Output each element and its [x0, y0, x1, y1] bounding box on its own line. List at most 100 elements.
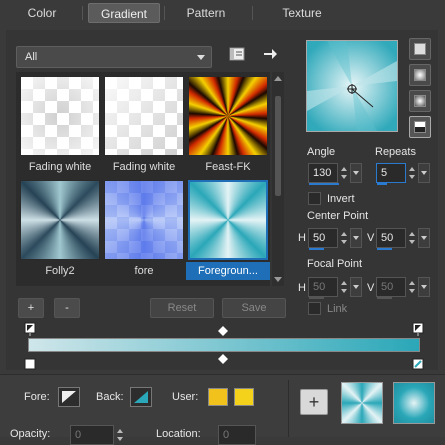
scrollbar-thumb[interactable]: [275, 96, 281, 196]
remove-gradient-button[interactable]: -: [54, 298, 80, 318]
center-v-spin-arrows[interactable]: [407, 228, 418, 248]
divider: [288, 380, 289, 437]
rectangular-style-icon: [414, 69, 426, 81]
repeats-dropdown-button[interactable]: [418, 163, 430, 183]
opacity-label: Opacity:: [10, 428, 51, 440]
add-stop-button[interactable]: +: [300, 389, 328, 415]
gradient-thumb-fading-white[interactable]: [20, 76, 100, 156]
fore-color-swatch[interactable]: [58, 387, 80, 407]
category-dropdown[interactable]: All: [16, 46, 212, 68]
opacity-spin-arrows[interactable]: [115, 425, 126, 445]
center-h-slider[interactable]: [309, 248, 324, 250]
repeats-input[interactable]: 5: [376, 163, 406, 185]
library-scrollbar[interactable]: [272, 72, 284, 286]
gradient-radial-preview[interactable]: [393, 382, 435, 424]
add-gradient-button[interactable]: +: [18, 298, 44, 318]
center-v-dropdown-button[interactable]: [418, 228, 430, 248]
scroll-down-icon[interactable]: [274, 277, 282, 282]
midpoint-top-marker-icon[interactable]: [218, 326, 228, 336]
gradient-thumbnail-preview[interactable]: [341, 382, 383, 424]
tab-gradient[interactable]: Gradient: [88, 3, 160, 23]
invert-label: Invert: [327, 193, 355, 205]
radial-style-icon: [414, 121, 426, 133]
back-label: Back:: [96, 391, 124, 403]
tab-pattern[interactable]: Pattern: [168, 3, 244, 23]
midpoint-bottom-marker-icon[interactable]: [218, 354, 228, 364]
back-color-swatch[interactable]: [130, 387, 152, 407]
gradient-bar[interactable]: [28, 338, 420, 352]
gradient-thumb-fore[interactable]: [104, 180, 184, 260]
arrow-right-icon[interactable]: [262, 46, 278, 62]
thumb-label-selected: Foregroun...: [186, 262, 270, 280]
gradient-preview[interactable]: [306, 40, 398, 132]
save-button[interactable]: Save: [222, 298, 286, 318]
center-v-input[interactable]: 50: [376, 228, 406, 250]
center-v-slider[interactable]: [377, 248, 392, 250]
angle-value: 130: [313, 167, 332, 179]
style-sunburst-button[interactable]: [409, 90, 431, 112]
category-value: All: [25, 51, 38, 63]
location-input[interactable]: 0: [218, 425, 256, 445]
linear-style-icon: [414, 43, 426, 55]
focal-v-dropdown-button[interactable]: [418, 277, 430, 297]
opacity-value: 0: [75, 429, 82, 441]
user-color-swatch-1[interactable]: [208, 388, 228, 406]
repeats-value: 5: [381, 167, 388, 179]
style-radial-button[interactable]: [409, 116, 431, 138]
repeats-spin-arrows[interactable]: [407, 163, 418, 183]
focal-h-slider[interactable]: [309, 297, 324, 299]
center-h-spin-arrows[interactable]: [339, 228, 350, 248]
scroll-up-icon[interactable]: [274, 76, 282, 81]
angle-label: Angle: [307, 146, 336, 158]
thumb-label: Feast-FK: [205, 161, 251, 173]
user-color-swatch-2[interactable]: [234, 388, 254, 406]
focal-h-value: 50: [313, 281, 326, 293]
style-rectangular-button[interactable]: [409, 64, 431, 86]
gradient-thumb-fading-white-2[interactable]: [104, 76, 184, 156]
angle-input[interactable]: 130: [308, 163, 339, 185]
focal-v-input[interactable]: 50: [376, 277, 406, 299]
center-v-label: V: [367, 232, 375, 244]
transparency-stop-end-icon[interactable]: [412, 356, 424, 370]
angle-spin-arrows[interactable]: [339, 163, 350, 183]
user-label: User:: [172, 391, 199, 403]
gradient-preview-graphic: [307, 41, 397, 131]
style-linear-button[interactable]: [409, 38, 431, 60]
repeats-slider[interactable]: [377, 183, 387, 185]
gradient-thumb-feast-fk[interactable]: [188, 76, 268, 156]
color-stop-end-icon[interactable]: [412, 322, 424, 336]
focal-point-label: Focal Point: [307, 258, 363, 270]
focal-h-spin-arrows[interactable]: [339, 277, 350, 297]
opacity-input[interactable]: 0: [70, 425, 114, 445]
library-book-icon[interactable]: [228, 46, 246, 62]
gradient-thumb-foreground[interactable]: [188, 180, 268, 260]
center-h-value: 50: [313, 232, 326, 244]
thumb-label: fore: [134, 265, 154, 277]
gradient-thumb-folly2[interactable]: [20, 180, 100, 260]
reset-button[interactable]: Reset: [150, 298, 214, 318]
tab-bar: Color Gradient Pattern Texture: [0, 0, 445, 26]
link-checkbox[interactable]: [308, 302, 321, 315]
chevron-down-icon: [197, 55, 205, 60]
angle-dropdown-button[interactable]: [350, 163, 362, 183]
center-h-dropdown-button[interactable]: [350, 228, 362, 248]
repeats-label: Repeats: [375, 146, 416, 158]
thumb-label: Fading white: [28, 161, 92, 173]
focal-h-input[interactable]: 50: [308, 277, 338, 299]
center-h-input[interactable]: 50: [308, 228, 338, 250]
focal-v-label: V: [367, 282, 375, 294]
focal-v-slider[interactable]: [377, 297, 392, 299]
color-stop-start-icon[interactable]: [24, 322, 36, 336]
tab-divider: [82, 6, 83, 20]
transparency-stop-start-icon[interactable]: [24, 356, 36, 370]
focal-v-spin-arrows[interactable]: [407, 277, 418, 297]
tab-color[interactable]: Color: [4, 3, 80, 23]
sunburst-style-icon: [414, 95, 426, 107]
focal-h-dropdown-button[interactable]: [350, 277, 362, 297]
center-h-label: H: [298, 232, 306, 244]
tab-texture[interactable]: Texture: [262, 3, 342, 23]
angle-slider[interactable]: [309, 183, 339, 185]
focal-v-value: 50: [381, 281, 394, 293]
link-label: Link: [327, 303, 348, 315]
invert-checkbox[interactable]: [308, 192, 321, 205]
